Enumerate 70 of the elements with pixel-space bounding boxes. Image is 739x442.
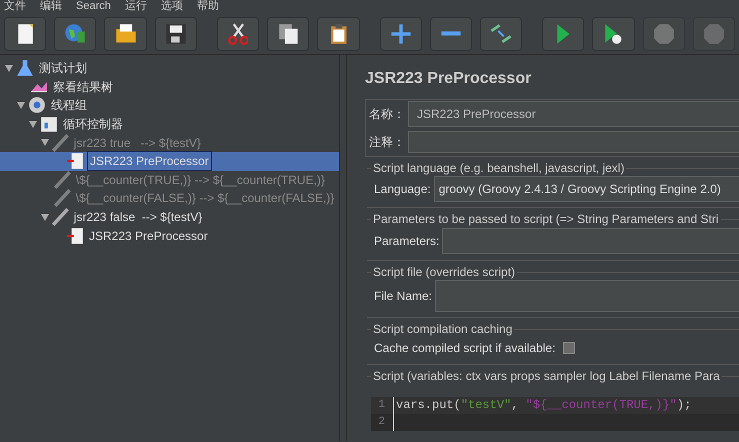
- pencil-icon: [52, 134, 69, 152]
- menu-item[interactable]: 帮助: [196, 0, 219, 13]
- document-icon: [66, 152, 84, 170]
- field-label: 注释：: [369, 134, 405, 151]
- toolbar-button[interactable]: [592, 16, 635, 50]
- pencil-icon: [52, 208, 69, 226]
- folder-icon: [114, 23, 137, 44]
- pencil-icon: [54, 189, 71, 208]
- code-line: vars.put("testV", "${__counter(TRUE,)}");: [393, 397, 692, 414]
- minus-icon: [440, 30, 462, 37]
- field-label: Cache compiled script if available:: [374, 340, 556, 357]
- checkbox[interactable]: [563, 342, 576, 354]
- panel-title: JSR223 PreProcessor: [365, 69, 532, 89]
- pencils-icon: [490, 24, 512, 44]
- field-label: Parameters:: [374, 233, 440, 250]
- tree-item[interactable]: 察看结果树: [51, 78, 115, 96]
- chart-icon: [30, 81, 48, 93]
- collapse-arrow-icon[interactable]: [40, 212, 50, 222]
- toolbar-button[interactable]: [154, 16, 197, 50]
- stop-icon: [702, 22, 725, 44]
- tree-item[interactable]: jsr223 false --> ${testV}: [72, 208, 204, 226]
- toolbar-button[interactable]: [267, 16, 310, 50]
- toolbar-button[interactable]: [317, 16, 360, 50]
- toolbar-button[interactable]: [216, 16, 260, 50]
- document-icon: [66, 226, 84, 245]
- document-icon: [16, 22, 34, 44]
- collapse-arrow-icon[interactable]: [28, 120, 38, 129]
- menu-item[interactable]: 编辑: [40, 0, 62, 13]
- tree-item[interactable]: JSR223 PreProcessor: [87, 226, 210, 245]
- name-field[interactable]: JSR223 PreProcessor: [408, 101, 739, 127]
- plus-icon: [390, 22, 412, 44]
- toolbar-button[interactable]: [4, 16, 46, 50]
- splitter-handle[interactable]: [339, 55, 347, 441]
- flask-icon: [16, 59, 34, 78]
- group-title: Script language (e.g. beanshell, javascript, jexl): [372, 161, 626, 175]
- parameters-field[interactable]: [442, 228, 739, 254]
- menu-item[interactable]: 选项: [160, 0, 183, 13]
- pencil-icon: [54, 170, 71, 189]
- tree-item[interactable]: 测试计划: [37, 59, 89, 78]
- menu-item[interactable]: 运行: [124, 0, 147, 13]
- collapse-arrow-icon[interactable]: [4, 64, 14, 73]
- comment-field[interactable]: [408, 131, 739, 153]
- collapse-arrow-icon[interactable]: [16, 100, 26, 110]
- field-label: File Name:: [374, 288, 432, 305]
- copy-icon: [278, 22, 299, 44]
- group-title: Script file (overrides script): [372, 265, 516, 279]
- field-label: 名称：: [369, 106, 405, 123]
- gear-icon: [28, 96, 46, 114]
- scissors-icon: [228, 22, 248, 44]
- window-icon: [40, 116, 58, 133]
- toolbar-button[interactable]: [54, 16, 96, 50]
- toolbar-button[interactable]: [480, 16, 522, 50]
- globe-icon: [64, 23, 86, 44]
- stop-icon: [652, 22, 675, 44]
- play-icon: [604, 22, 623, 44]
- menu-item[interactable]: Search: [76, 0, 111, 13]
- play-icon: [556, 22, 571, 44]
- tree-item[interactable]: 线程组: [49, 96, 89, 114]
- language-dropdown[interactable]: groovy (Groovy 2.4.13 / Groovy Scripting Engine 2.0): [434, 176, 739, 202]
- line-number: 1: [377, 398, 386, 414]
- line-number: 2: [377, 415, 386, 430]
- toolbar-button[interactable]: [104, 16, 147, 50]
- clipboard-icon: [330, 22, 348, 44]
- group-title: Script (variables: ctx vars props sampler log Label Filename Para: [372, 369, 721, 383]
- field-label: Language:: [374, 181, 431, 198]
- group-title: Script compilation caching: [372, 322, 514, 336]
- tree-item[interactable]: 循环控制器: [61, 115, 125, 134]
- group-title: Parameters to be passed to script (=> String Parameters and Stri: [372, 212, 720, 226]
- menu-item[interactable]: 文件: [4, 0, 26, 13]
- file-name-field[interactable]: [435, 280, 739, 312]
